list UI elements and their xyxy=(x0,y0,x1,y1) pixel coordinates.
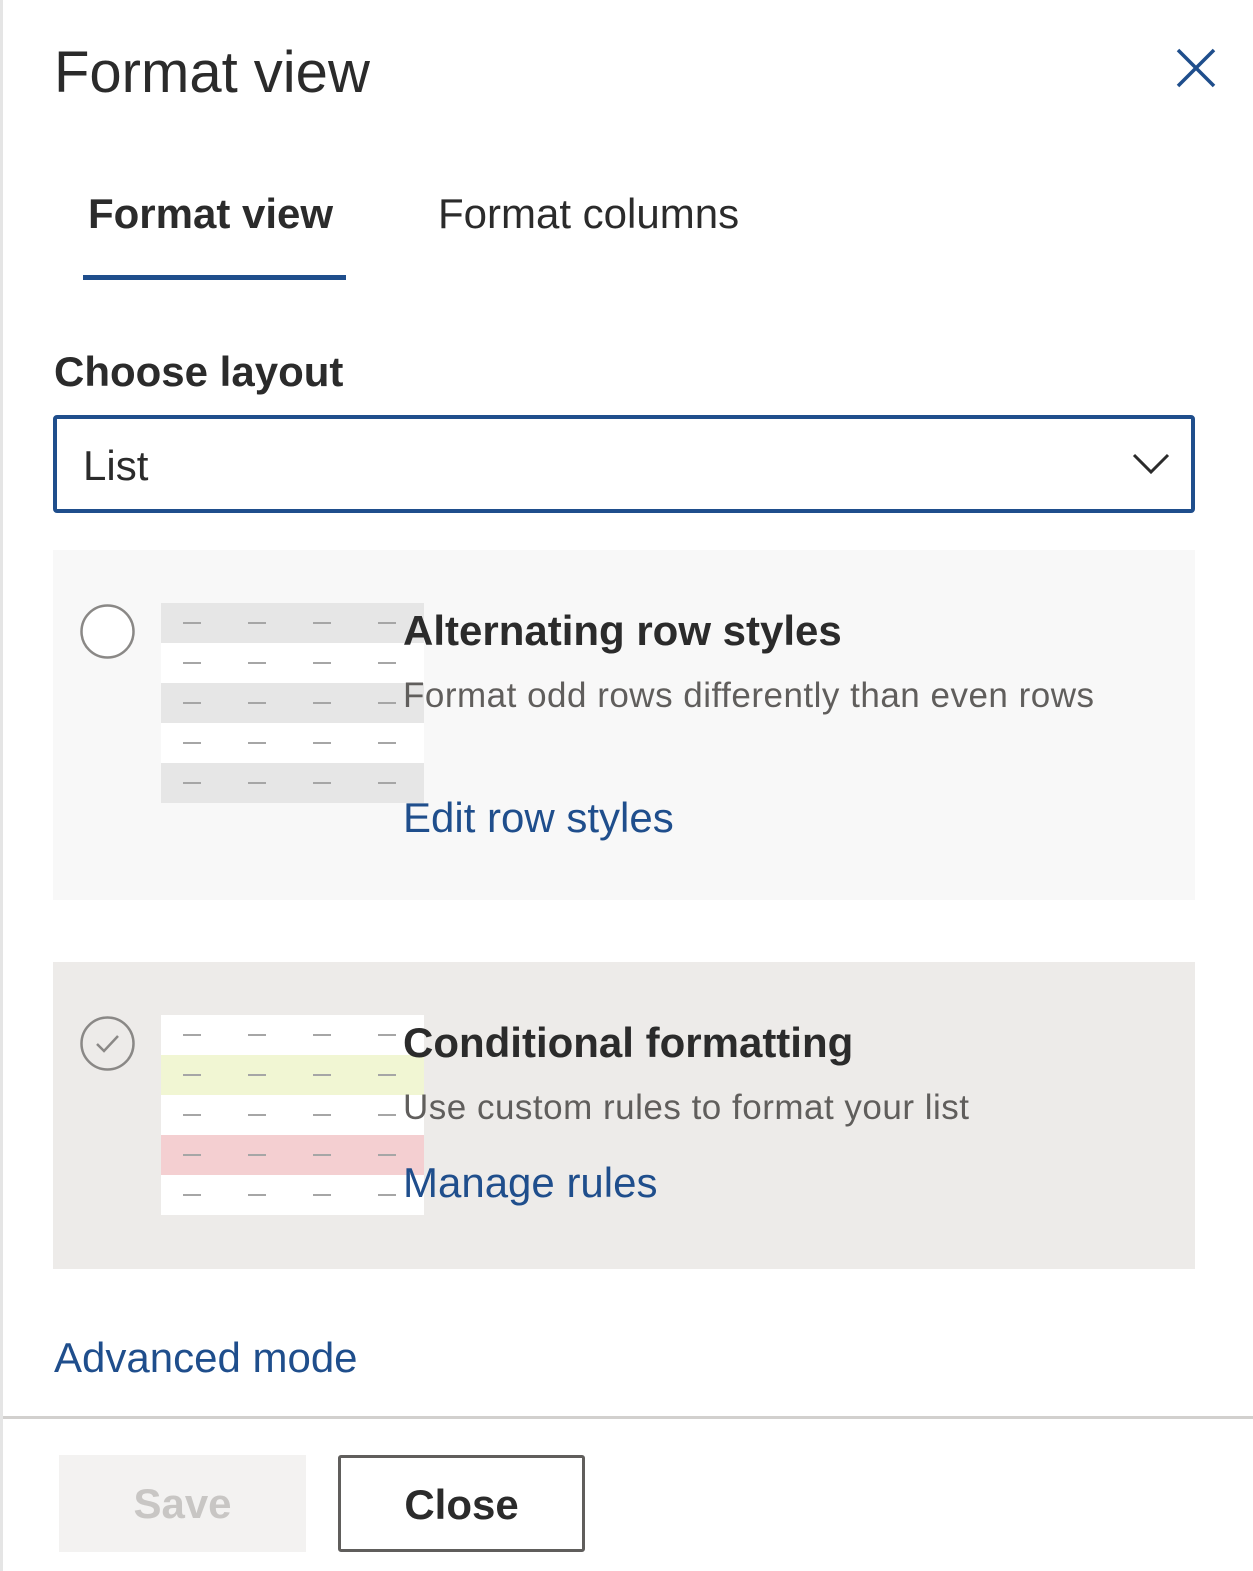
preview-dash xyxy=(313,742,331,744)
preview-dash xyxy=(378,622,396,624)
preview-row xyxy=(161,1055,424,1095)
preview-row xyxy=(161,1015,424,1055)
option-title-alternating: Alternating row styles xyxy=(403,607,842,654)
preview-dash xyxy=(183,1074,201,1076)
panel-left-border xyxy=(0,0,3,1571)
conditional-rows-preview-image xyxy=(161,1015,424,1215)
preview-dash xyxy=(313,1154,331,1156)
format-view-panel: Format view Format view Format columns C… xyxy=(0,0,1253,1571)
preview-row xyxy=(161,723,424,763)
preview-dash xyxy=(313,1034,331,1036)
preview-row xyxy=(161,603,424,643)
alternating-row-styles-card[interactable] xyxy=(53,550,1195,900)
preview-dash xyxy=(248,1154,266,1156)
option-description-conditional: Use custom rules to format your list xyxy=(403,1088,970,1127)
preview-dash xyxy=(313,1114,331,1116)
footer-divider xyxy=(3,1416,1253,1419)
preview-dash xyxy=(248,662,266,664)
preview-dash xyxy=(313,702,331,704)
panel-title: Format view xyxy=(54,40,370,105)
option-title-conditional: Conditional formatting xyxy=(403,1019,854,1066)
preview-row xyxy=(161,1175,424,1215)
close-icon-graphic xyxy=(1176,48,1216,88)
preview-dash xyxy=(183,742,201,744)
checkmark-circle-icon[interactable] xyxy=(80,1016,135,1071)
preview-dash xyxy=(183,662,201,664)
preview-dash xyxy=(313,1074,331,1076)
preview-dash xyxy=(313,782,331,784)
preview-dash xyxy=(378,742,396,744)
preview-row xyxy=(161,1095,424,1135)
preview-dash xyxy=(183,1154,201,1156)
preview-dash xyxy=(248,702,266,704)
layout-dropdown[interactable]: List xyxy=(53,415,1195,513)
preview-dash xyxy=(313,1194,331,1196)
layout-dropdown-value: List xyxy=(83,442,149,489)
preview-dash xyxy=(248,1034,266,1036)
preview-dash xyxy=(248,742,266,744)
preview-dash xyxy=(183,1194,201,1196)
preview-dash xyxy=(378,662,396,664)
close-button[interactable]: Close xyxy=(338,1455,585,1552)
preview-row xyxy=(161,763,424,803)
preview-dash xyxy=(183,782,201,784)
preview-dash xyxy=(378,1074,396,1076)
preview-dash xyxy=(378,1154,396,1156)
preview-dash xyxy=(248,1074,266,1076)
alternating-rows-preview-image xyxy=(161,603,424,804)
preview-row xyxy=(161,683,424,723)
preview-row xyxy=(161,1135,424,1175)
preview-dash xyxy=(378,1194,396,1196)
chevron-down-icon xyxy=(1131,449,1171,479)
manage-rules-link[interactable]: Manage rules xyxy=(403,1157,657,1209)
choose-layout-label: Choose layout xyxy=(54,348,344,395)
preview-dash xyxy=(183,702,201,704)
preview-dash xyxy=(313,622,331,624)
preview-dash xyxy=(248,1114,266,1116)
tab-format-view[interactable]: Format view xyxy=(88,188,333,240)
preview-dash xyxy=(248,1194,266,1196)
preview-dash xyxy=(313,662,331,664)
close-icon[interactable] xyxy=(1168,42,1222,96)
preview-dash xyxy=(378,1114,396,1116)
preview-dash xyxy=(378,782,396,784)
selected-tab-indicator xyxy=(83,275,346,280)
edit-row-styles-link[interactable]: Edit row styles xyxy=(403,792,674,844)
preview-dash xyxy=(248,782,266,784)
preview-dash xyxy=(378,1034,396,1036)
preview-row xyxy=(161,643,424,683)
preview-dash xyxy=(183,1034,201,1036)
option-description-alternating: Format odd rows differently than even ro… xyxy=(403,676,1095,715)
radio-unchecked-icon[interactable] xyxy=(80,604,135,659)
preview-dash xyxy=(378,702,396,704)
advanced-mode-link[interactable]: Advanced mode xyxy=(54,1332,358,1384)
save-button[interactable]: Save xyxy=(59,1455,306,1552)
preview-dash xyxy=(183,1114,201,1116)
preview-dash xyxy=(183,622,201,624)
tab-format-columns[interactable]: Format columns xyxy=(438,188,739,240)
preview-dash xyxy=(248,622,266,624)
